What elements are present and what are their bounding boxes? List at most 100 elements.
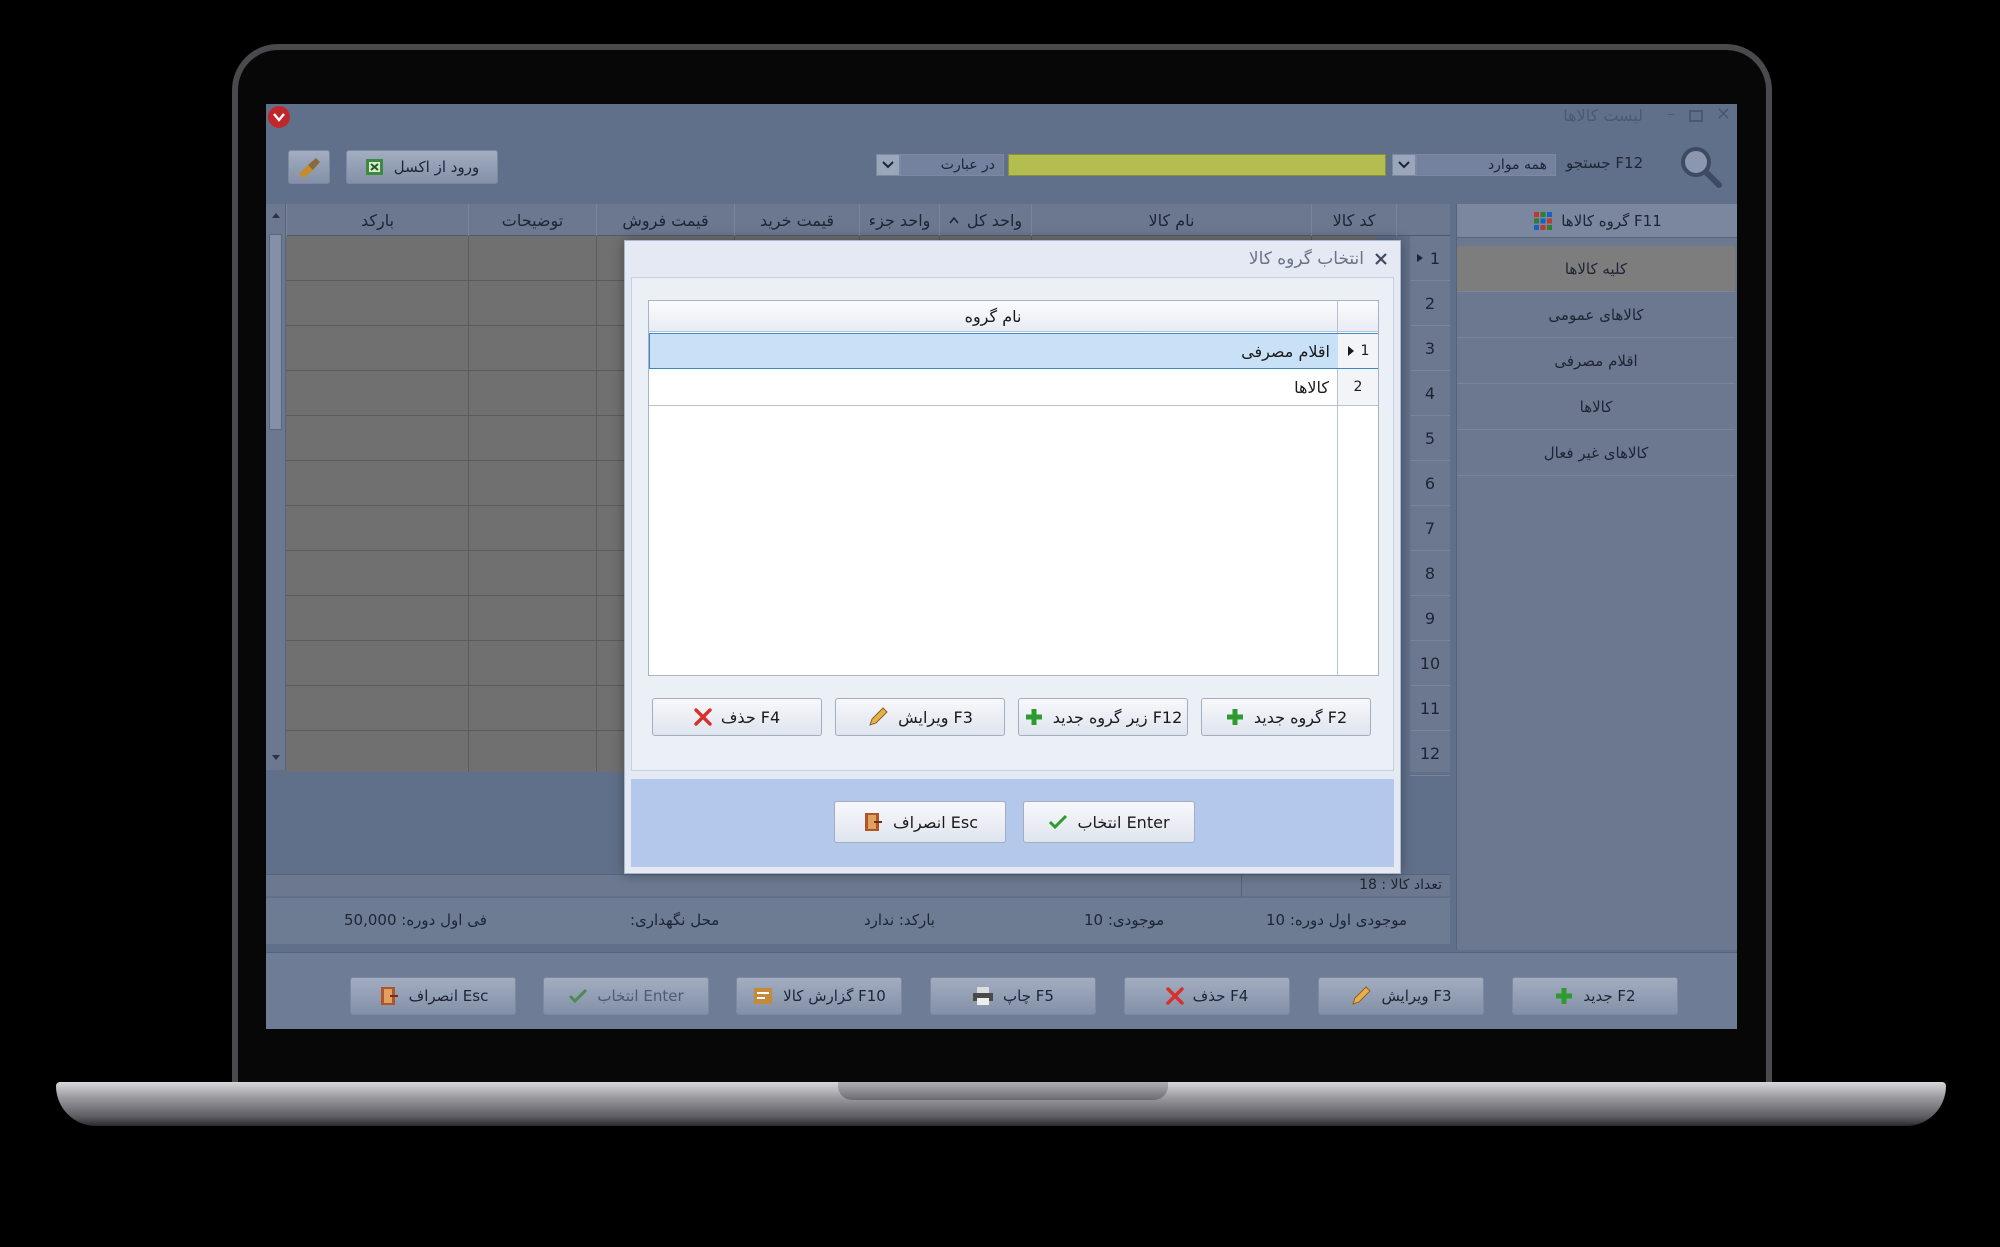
column-header-purchase-price[interactable]: قیمت خرید xyxy=(734,204,859,236)
row-number[interactable]: 9 xyxy=(1410,596,1450,641)
excel-import-label: ورود از اکسل xyxy=(393,158,480,176)
pencil-icon xyxy=(869,707,888,726)
edit-group-button[interactable]: ویرایش F3 xyxy=(835,698,1005,736)
row-number[interactable]: 8 xyxy=(1410,551,1450,596)
close-icon[interactable]: ✕ xyxy=(1716,104,1731,125)
row-number[interactable]: 4 xyxy=(1410,371,1450,416)
dialog-close-icon[interactable] xyxy=(1374,252,1388,266)
sidebar-item-all-products[interactable]: کلیه کالاها xyxy=(1457,246,1735,292)
window-title: لیست کالاها xyxy=(1563,106,1643,125)
current-row-icon xyxy=(1347,346,1354,356)
plus-icon xyxy=(1025,709,1042,725)
column-header-product-code[interactable]: کد کالا xyxy=(1311,204,1396,236)
row-number[interactable]: 3 xyxy=(1410,326,1450,371)
group-row[interactable]: اقلام مصرفی 1 xyxy=(649,333,1378,369)
row-number[interactable]: 10 xyxy=(1410,641,1450,686)
row-number[interactable]: 11 xyxy=(1410,686,1450,731)
delete-group-button[interactable]: حذف F4 xyxy=(652,698,822,736)
sidebar-header: گروه کالاها F11 xyxy=(1457,204,1737,238)
plus-icon xyxy=(1556,988,1573,1004)
footer-edit-button[interactable]: ویرایش F3 xyxy=(1318,977,1484,1015)
sidebar-item-products[interactable]: کالاها xyxy=(1457,384,1735,430)
dialog-select-button[interactable]: انتخاب Enter xyxy=(1023,801,1195,843)
checkmark-icon xyxy=(1049,814,1068,830)
current-row-icon xyxy=(1417,254,1423,262)
row-number-column: 1 2 3 4 5 6 7 8 9 10 11 12 xyxy=(1410,236,1450,776)
laptop-notch xyxy=(838,1082,1168,1100)
barcode-info: بارکد: ندارد xyxy=(864,911,935,929)
storage-location: محل نگهداری: xyxy=(630,911,720,929)
dialog-cancel-button[interactable]: انصراف Esc xyxy=(834,801,1006,843)
title-bar: لیست کالاها – ✕ xyxy=(266,104,1737,130)
group-row-number: 1 xyxy=(1338,334,1378,368)
excel-icon xyxy=(365,159,383,175)
search-scope-select[interactable]: همه موارد xyxy=(1416,154,1556,176)
grid-header: بارکد توضیحات قیمت فروش قیمت خرید واحد ج… xyxy=(286,204,1450,236)
group-grid: نام گروه اقلام مصرفی 1 کالاها 2 xyxy=(648,300,1379,676)
search-mode-dropdown-arrow[interactable] xyxy=(876,154,900,176)
excel-import-button[interactable]: ورود از اکسل xyxy=(346,150,498,184)
column-header-barcode[interactable]: بارکد xyxy=(286,204,468,236)
minimize-icon[interactable]: – xyxy=(1667,104,1675,123)
column-header-product-name[interactable]: نام کالا xyxy=(1031,204,1311,236)
column-header-sale-price[interactable]: قیمت فروش xyxy=(596,204,734,236)
search-scope-dropdown-arrow[interactable] xyxy=(1392,154,1416,176)
sort-ascending-icon xyxy=(949,216,959,223)
opening-price: فی اول دوره: 50,000 xyxy=(344,911,487,929)
restore-icon[interactable] xyxy=(1689,110,1703,122)
report-icon xyxy=(754,988,773,1004)
printer-icon xyxy=(973,987,994,1005)
group-grid-header: نام گروه xyxy=(649,301,1378,332)
paint-brush-icon xyxy=(299,158,320,178)
scroll-down-icon[interactable] xyxy=(271,754,281,761)
chevron-down-icon xyxy=(882,161,894,169)
sidebar-item-inactive-products[interactable]: کالاهای غیر فعال xyxy=(1457,430,1735,476)
delete-x-icon xyxy=(694,708,712,726)
group-sidebar: گروه کالاها F11 کلیه کالاها کالاهای عموم… xyxy=(1456,204,1737,950)
app-window: لیست کالاها – ✕ ورود از اکسل در عبارت هم… xyxy=(266,104,1737,1029)
column-header-sub-unit[interactable]: واحد جزء xyxy=(859,204,939,236)
footer-report-button[interactable]: گزارش کالا F10 xyxy=(736,977,902,1015)
product-info-bar: فی اول دوره: 50,000 محل نگهداری: بارکد: … xyxy=(266,898,1450,944)
row-number[interactable]: 2 xyxy=(1410,281,1450,326)
footer-bar: انصراف Esc انتخاب Enter گزارش کالا F10 چ… xyxy=(266,952,1737,1029)
grid-icon xyxy=(1534,211,1553,230)
search-mode-select[interactable]: در عبارت xyxy=(900,154,1004,176)
chevron-down-icon xyxy=(1398,161,1410,169)
row-number[interactable]: 1 xyxy=(1410,236,1450,281)
footer-cancel-button[interactable]: انصراف Esc xyxy=(350,977,516,1015)
search-icon[interactable] xyxy=(1676,142,1724,190)
new-subgroup-button[interactable]: زیر گروه جدید F12 xyxy=(1018,698,1188,736)
sidebar-item-consumables[interactable]: اقلام مصرفی xyxy=(1457,338,1735,384)
row-number[interactable]: 5 xyxy=(1410,416,1450,461)
dialog-title: انتخاب گروه کالا xyxy=(1248,249,1364,269)
group-name-cell: کالاها xyxy=(1294,377,1329,397)
search-input[interactable] xyxy=(1008,154,1386,176)
group-name-cell: اقلام مصرفی xyxy=(1241,341,1330,361)
group-row[interactable]: کالاها 2 xyxy=(649,369,1378,406)
row-number[interactable]: 6 xyxy=(1410,461,1450,506)
pencil-icon xyxy=(1352,986,1372,1005)
sidebar-item-general-products[interactable]: کالاهای عمومی xyxy=(1457,292,1735,338)
group-row-number: 2 xyxy=(1338,369,1378,405)
new-group-button[interactable]: گروه جدید F2 xyxy=(1201,698,1371,736)
column-header-main-unit[interactable]: واحد کل xyxy=(939,204,1031,236)
checkmark-icon xyxy=(569,988,588,1004)
footer-select-button[interactable]: انتخاب Enter xyxy=(543,977,709,1015)
row-number[interactable]: 7 xyxy=(1410,506,1450,551)
dialog-content: نام گروه اقلام مصرفی 1 کالاها 2 حذف F4 و… xyxy=(631,277,1394,771)
paint-brush-button[interactable] xyxy=(288,150,330,184)
row-number[interactable]: 12 xyxy=(1410,731,1450,776)
scroll-up-icon[interactable] xyxy=(271,212,281,219)
opening-stock: موجودی اول دوره: 10 xyxy=(1266,911,1408,929)
exit-door-icon xyxy=(380,987,398,1005)
footer-delete-button[interactable]: حذف F4 xyxy=(1124,977,1290,1015)
column-header-description[interactable]: توضیحات xyxy=(468,204,596,236)
column-header-group-name[interactable]: نام گروه xyxy=(649,301,1337,332)
select-group-dialog: انتخاب گروه کالا نام گروه اقلام مصرفی 1 xyxy=(624,240,1401,874)
footer-print-button[interactable]: چاپ F5 xyxy=(930,977,1096,1015)
row-number-header xyxy=(1396,204,1450,236)
grid-scrollbar[interactable] xyxy=(266,204,286,770)
footer-new-button[interactable]: جدید F2 xyxy=(1512,977,1678,1015)
scrollbar-thumb[interactable] xyxy=(269,234,282,430)
